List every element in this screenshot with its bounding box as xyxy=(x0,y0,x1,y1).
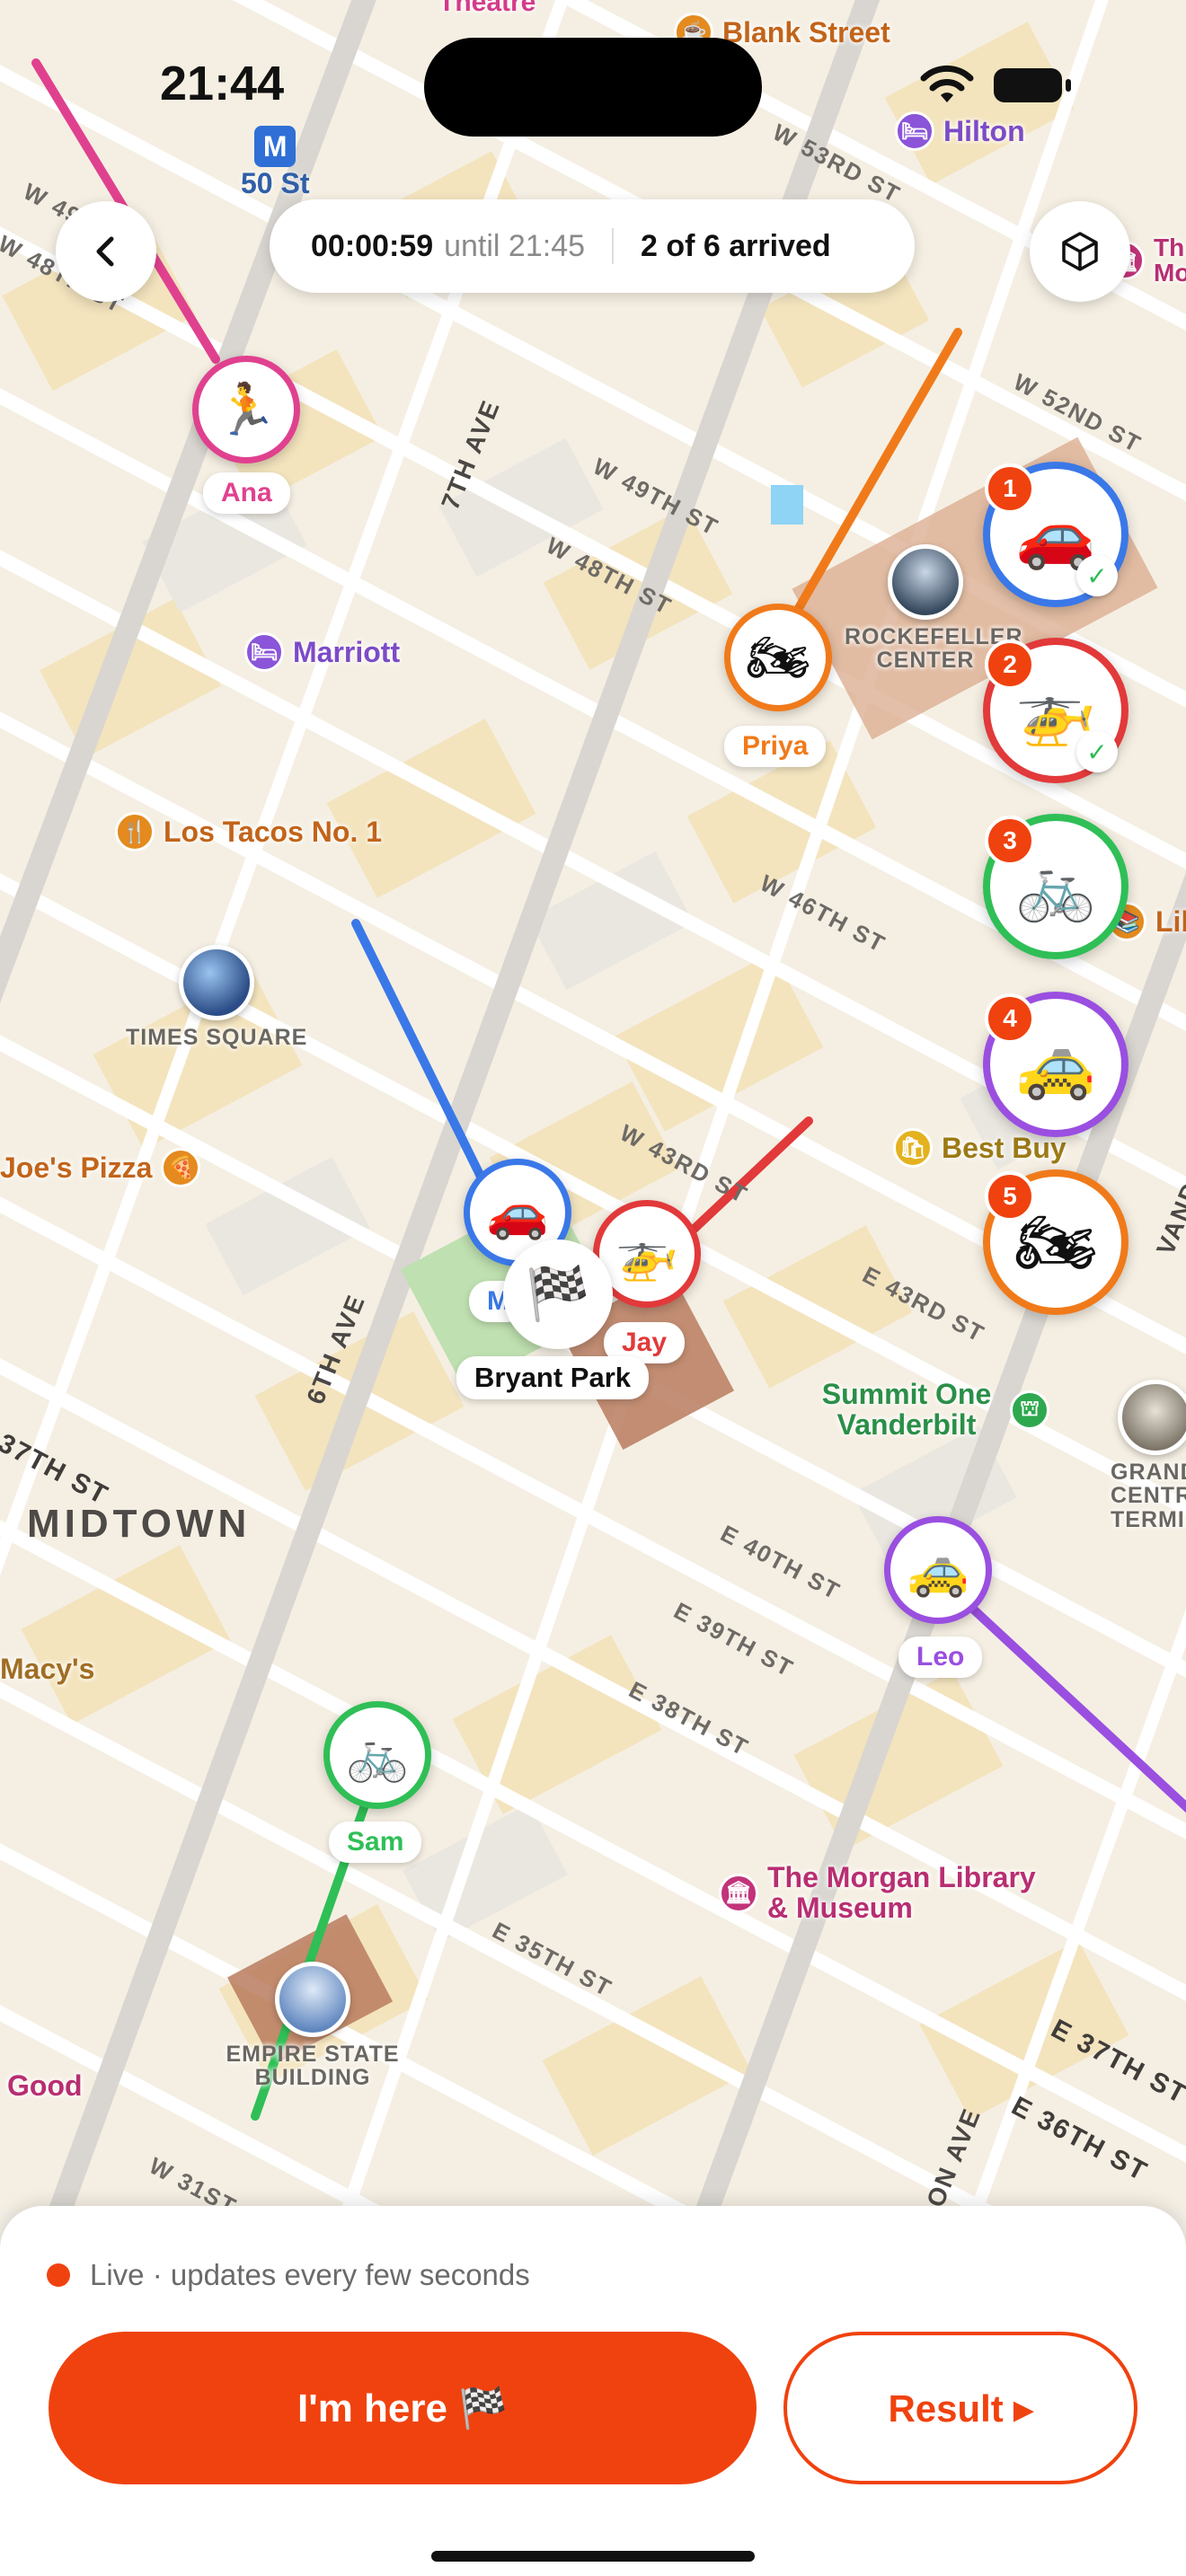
poi-label: Los Tacos No. 1 xyxy=(164,815,383,848)
player-marker-priya[interactable]: 🏍 xyxy=(724,604,832,711)
rank-number: 3 xyxy=(985,816,1035,866)
landmark-grand-central[interactable]: GRAND CENTRAL TERMINAL xyxy=(1111,1380,1186,1531)
player-marker-leo[interactable]: 🚕 xyxy=(884,1516,992,1624)
landmark-label: GRAND CENTRAL TERMINAL xyxy=(1111,1460,1186,1532)
rank-2[interactable]: 🚁 2 ✓ xyxy=(983,638,1128,783)
landmark-rockefeller[interactable]: ROCKEFELLER CENTER xyxy=(845,544,1023,674)
destination-marker[interactable]: 🏁 xyxy=(503,1239,613,1349)
rockefeller-image xyxy=(888,544,963,620)
poi-macys[interactable]: Macy's xyxy=(0,1653,94,1686)
landmark-label: ROCKEFELLER CENTER xyxy=(845,624,1023,674)
poi-label: Good xyxy=(7,2069,83,2102)
grand-central-image xyxy=(1118,1380,1186,1455)
wifi-icon xyxy=(920,65,974,102)
live-status-text: Live · updates every few seconds xyxy=(90,2258,530,2291)
back-button[interactable] xyxy=(56,201,156,302)
car-icon: 🚗 xyxy=(486,1184,549,1240)
countdown-pill: 00:00:59 until 21:45 2 of 6 arrived xyxy=(270,199,915,293)
poi-marriott[interactable]: 🛏 Marriott xyxy=(244,632,400,672)
checkmark-icon: ✓ xyxy=(1076,555,1118,596)
checkered-flag-icon: 🏁 xyxy=(525,1265,591,1323)
rank-4[interactable]: 🚕 4 xyxy=(983,992,1128,1137)
hotel-icon: 🛏 xyxy=(244,632,284,672)
poi-label: Macy's xyxy=(0,1653,95,1685)
3d-view-button[interactable] xyxy=(1030,201,1130,302)
transit-station[interactable]: M 50 St xyxy=(241,126,309,200)
arrived-count: 2 of 6 arrived xyxy=(641,228,831,263)
bicycle-icon: 🚲 xyxy=(346,1726,409,1783)
dynamic-island xyxy=(424,38,762,137)
map-view[interactable]: W 49TH ST W 48TH ST W 53RD ST W 52ND ST … xyxy=(0,0,1186,2210)
player-marker-sam[interactable]: 🚲 xyxy=(323,1701,431,1809)
checkmark-icon: ✓ xyxy=(1076,731,1118,772)
battery-icon xyxy=(994,68,1071,102)
rank-number: 1 xyxy=(985,463,1035,514)
player-name-ana: Ana xyxy=(203,472,290,514)
player-name-sam: Sam xyxy=(329,1822,422,1863)
countdown-timer: 00:00:59 xyxy=(311,228,434,263)
motorcycle-icon: 🏍 xyxy=(1014,1206,1097,1279)
poi-summit-one[interactable]: Summit One Vanderbilt ⛫ xyxy=(812,1378,1049,1441)
landmark-label: EMPIRE STATE BUILDING xyxy=(226,2042,400,2091)
rank-3[interactable]: 🚲 3 xyxy=(983,814,1128,959)
countdown-until: until 21:45 xyxy=(444,228,586,263)
poi-label: The Morgan Library & Museum xyxy=(767,1861,1036,1924)
status-time: 21:44 xyxy=(160,57,285,110)
home-indicator xyxy=(431,2551,755,2562)
attraction-icon: ⛫ xyxy=(1010,1389,1049,1430)
shopping-bag-icon: 🛍 xyxy=(893,1128,933,1168)
live-status: Live · updates every few seconds xyxy=(47,2258,530,2292)
poi-label: Libe xyxy=(1155,904,1186,938)
player-marker-ana[interactable]: 🏃 xyxy=(192,356,300,463)
rank-number: 2 xyxy=(985,640,1035,690)
im-here-button[interactable]: I'm here 🏁 xyxy=(49,2332,757,2484)
rank-number: 4 xyxy=(985,993,1035,1044)
player-name-leo: Leo xyxy=(898,1636,983,1678)
poi-los-tacos[interactable]: 🍴 Los Tacos No. 1 xyxy=(115,812,382,851)
player-name-priya: Priya xyxy=(724,726,827,767)
rank-1[interactable]: 🚗 1 ✓ xyxy=(983,462,1128,607)
landmark-empire-state[interactable]: EMPIRE STATE BUILDING xyxy=(214,1962,412,2090)
live-dot-icon xyxy=(47,2263,70,2287)
poi-label: Th Mo xyxy=(1154,234,1186,287)
times-square-image xyxy=(179,945,255,1020)
result-button[interactable]: Result ▸ xyxy=(783,2332,1137,2484)
destination-name: Bryant Park xyxy=(456,1356,650,1399)
poi-label: Joe's Pizza xyxy=(0,1151,153,1184)
helicopter-icon: 🚁 xyxy=(615,1225,678,1282)
rank-number: 5 xyxy=(985,1171,1035,1222)
pill-divider xyxy=(612,228,615,264)
restaurant-icon: 🍴 xyxy=(115,812,155,851)
museum-icon: 🏛 xyxy=(719,1873,758,1913)
poi-label: Marriott xyxy=(293,635,401,668)
motorcycle-icon: 🏍 xyxy=(746,629,810,685)
poi-morgan-library[interactable]: 🏛 The Morgan Library & Museum xyxy=(719,1861,1055,1924)
empire-state-image xyxy=(275,1962,350,2037)
bottom-sheet: Live · updates every few seconds I'm her… xyxy=(0,2206,1186,2576)
transit-station-name: 50 St xyxy=(241,167,310,199)
runner-icon: 🏃 xyxy=(215,381,278,437)
rank-5[interactable]: 🏍 5 xyxy=(983,1169,1128,1315)
landmark-times-square[interactable]: TIMES SQUARE xyxy=(126,945,307,1049)
poi-label: Summit One Vanderbilt xyxy=(821,1378,992,1441)
bicycle-icon: 🚲 xyxy=(1015,851,1096,923)
taxi-icon: 🚕 xyxy=(907,1541,969,1598)
poi-joes-pizza[interactable]: Joe's Pizza 🍕 xyxy=(0,1148,201,1187)
chevron-left-icon xyxy=(96,236,114,267)
status-bar: 21:44 xyxy=(0,0,1186,137)
cube-icon xyxy=(1062,232,1098,271)
pizza-icon: 🍕 xyxy=(161,1148,201,1187)
district-label: MIDTOWN xyxy=(27,1502,252,1546)
landmark-label: TIMES SQUARE xyxy=(126,1025,308,1050)
poi-good[interactable]: Good xyxy=(7,2069,83,2103)
taxi-icon: 🚕 xyxy=(1015,1028,1096,1101)
